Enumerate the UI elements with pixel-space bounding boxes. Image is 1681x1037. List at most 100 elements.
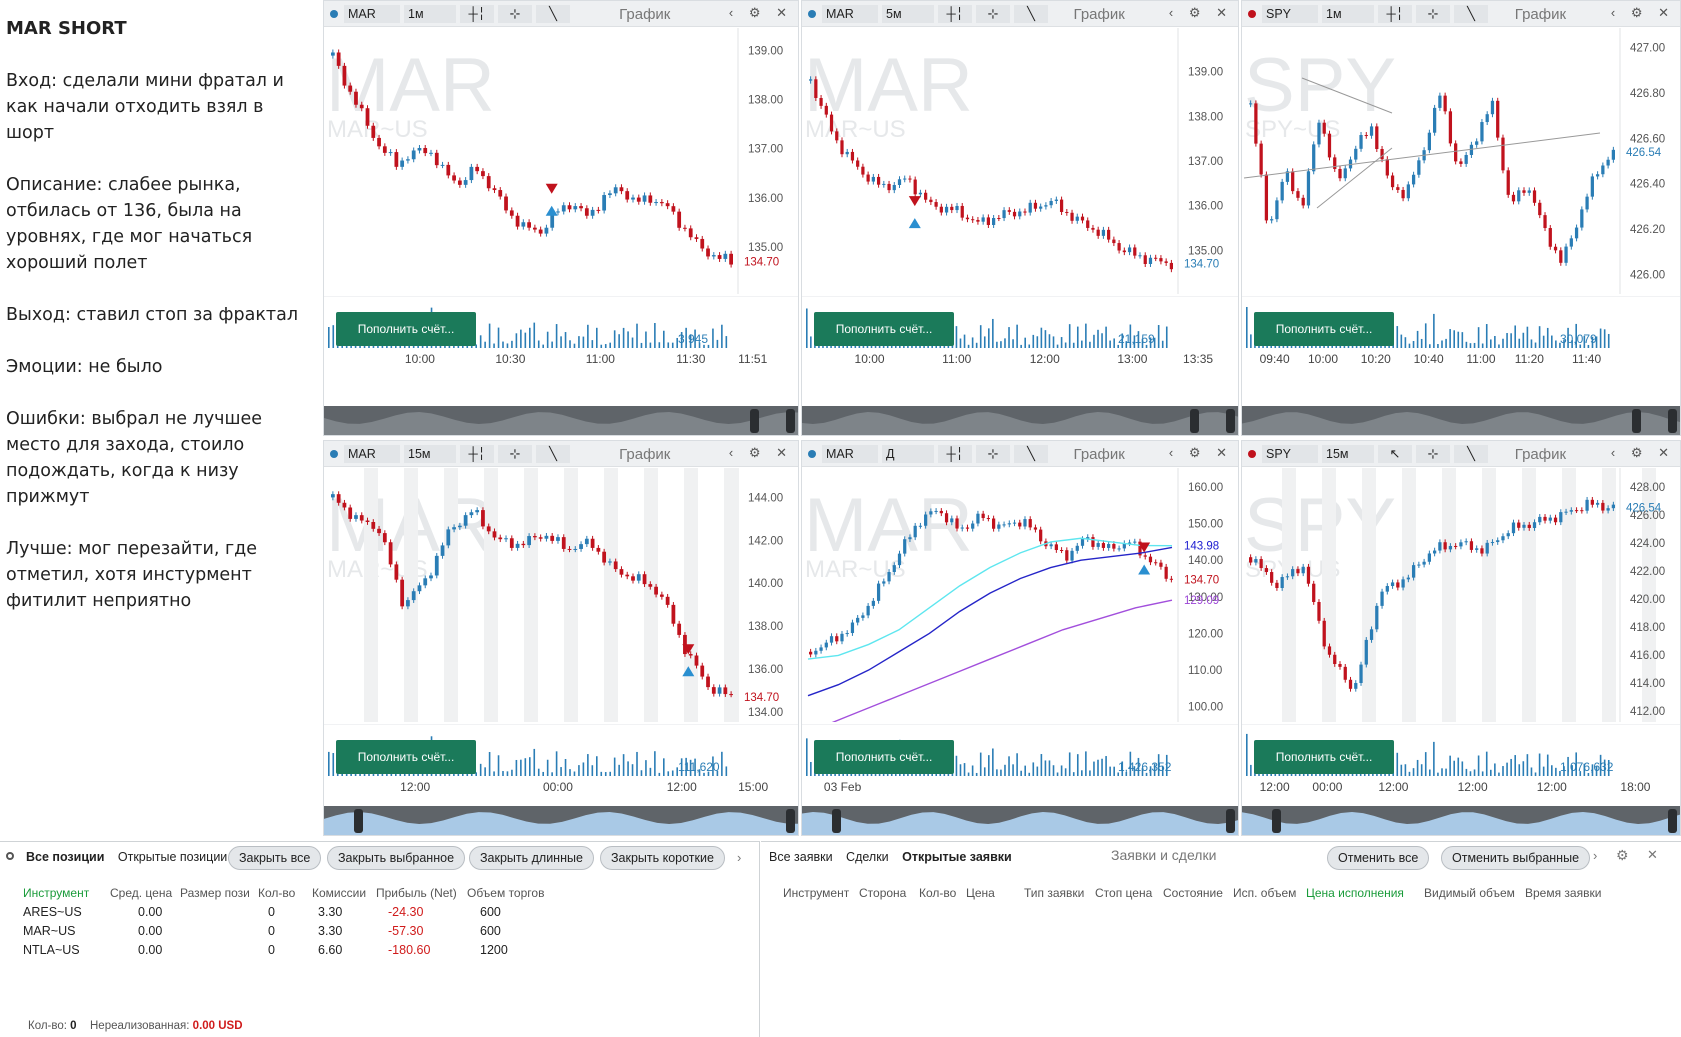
close-icon[interactable]: ✕ [1647, 847, 1658, 863]
col-position-size[interactable]: Размер пози [180, 886, 250, 900]
timeframe-selector[interactable]: 15м [404, 445, 456, 463]
deposit-button[interactable]: Пополнить счёт... [336, 312, 476, 346]
symbol-selector[interactable]: MAR [822, 445, 878, 463]
timeframe-selector[interactable]: 15м [1322, 445, 1374, 463]
col-qty[interactable]: Кол-во [258, 886, 295, 900]
col-avg-price[interactable]: Сред. цена [110, 886, 172, 900]
link-dot-icon[interactable] [808, 450, 816, 458]
navigator-handle-right[interactable] [1226, 809, 1235, 833]
navigator-handle-right[interactable] [786, 809, 795, 833]
price-plot[interactable]: MARMAR~US144.00142.00140.00138.00136.001… [324, 468, 798, 722]
col-commission[interactable]: Комиссии [312, 886, 366, 900]
deposit-button[interactable]: Пополнить счёт... [1254, 312, 1394, 346]
bar-chart-icon[interactable]: ┼╎ [460, 445, 494, 463]
col-fill-price[interactable]: Цена исполнения [1306, 886, 1404, 900]
price-plot[interactable]: MAR MAR~US 160.00 150.00 140.00 130.00 120.00 1… [802, 468, 1238, 722]
panel-controls[interactable]: ‹ ⚙ ✕ [729, 5, 793, 21]
navigator-handle-right[interactable] [1668, 809, 1677, 833]
col-profit[interactable]: Прибыль (Net) [376, 886, 457, 900]
panel-controls[interactable]: ‹ ⚙ ✕ [729, 445, 793, 461]
navigator-handle-left[interactable] [832, 809, 841, 833]
time-navigator[interactable] [1242, 406, 1680, 435]
navigator-handle-left[interactable] [750, 409, 759, 433]
link-dot-icon[interactable] [330, 10, 338, 18]
tab-trades[interactable]: Сделки [846, 850, 889, 864]
panel-controls[interactable]: ‹ ⚙ ✕ [1611, 5, 1675, 21]
col-status[interactable]: Состояние [1163, 886, 1223, 900]
crosshair-tools-icon[interactable]: ⊹ [1416, 445, 1450, 463]
timeframe-selector[interactable]: 1м [404, 5, 456, 23]
tab-all-orders[interactable]: Все заявки [769, 850, 833, 864]
panel-controls[interactable]: ‹ ⚙ ✕ [1611, 445, 1675, 461]
chevron-right-icon[interactable]: › [737, 850, 741, 865]
link-dot-icon[interactable] [1248, 450, 1256, 458]
navigator-handle-left[interactable] [354, 809, 363, 833]
navigator-handle-left[interactable] [1190, 409, 1199, 433]
price-plot[interactable]: MAR MAR~US 139.00 138.00 137.00 136.00 135.00 1… [324, 28, 798, 294]
link-dot-icon[interactable] [1248, 10, 1256, 18]
bar-chart-icon[interactable]: ┼╎ [460, 5, 494, 23]
col-instrument[interactable]: Инструмент [783, 886, 849, 900]
tab-all-positions[interactable]: Все позиции [26, 850, 104, 864]
table-row[interactable]: MAR~US 0.00 0 3.30 -57.30 600 [0, 924, 560, 942]
timeframe-selector[interactable]: Д [882, 445, 934, 463]
close-selected-button[interactable]: Закрыть выбранное [327, 846, 466, 870]
crosshair-tools-icon[interactable]: ⊹ [498, 445, 532, 463]
tab-open-orders[interactable]: Открытые заявки [902, 850, 1012, 864]
col-stop-price[interactable]: Стоп цена [1095, 886, 1152, 900]
panel-controls[interactable]: ‹ ⚙ ✕ [1169, 445, 1233, 461]
symbol-selector[interactable]: SPY [1262, 5, 1318, 23]
gear-icon[interactable]: ⚙ [1616, 847, 1629, 864]
draw-line-icon[interactable]: ╲ [1454, 5, 1488, 23]
close-all-button[interactable]: Закрыть все [228, 846, 322, 870]
link-dot-icon[interactable] [330, 450, 338, 458]
col-side[interactable]: Сторона [859, 886, 906, 900]
draw-line-icon[interactable]: ╲ [536, 445, 570, 463]
navigator-handle-left[interactable] [1272, 809, 1281, 833]
chart-panel-mar-2[interactable]: MAR 5м ┼╎ ⊹ ╲ График ‹ ⚙ ✕ MAR MAR~US 139.00 138.0… [801, 0, 1239, 436]
navigator-handle-right[interactable] [786, 409, 795, 433]
timeframe-selector[interactable]: 5м [882, 5, 934, 23]
panel-link-icon[interactable] [6, 852, 14, 860]
chart-panel-mar-5[interactable]: MAR Д ┼╎ ⊹ ╲ График ‹ ⚙ ✕ MAR MAR~US 160.00 150.00… [801, 440, 1239, 836]
col-filled-volume[interactable]: Исп. объем [1233, 886, 1296, 900]
col-volume[interactable]: Объем торгов [467, 886, 544, 900]
cancel-selected-button[interactable]: Отменить выбранные [1441, 846, 1591, 870]
chevron-right-icon[interactable]: › [1593, 848, 1597, 863]
draw-line-icon[interactable]: ╲ [536, 5, 570, 23]
col-instrument[interactable]: Инструмент [23, 886, 89, 900]
draw-line-icon[interactable]: ╲ [1014, 445, 1048, 463]
time-navigator[interactable] [324, 406, 798, 435]
col-qty[interactable]: Кол-во [919, 886, 956, 900]
navigator-handle-right[interactable] [1668, 409, 1677, 433]
time-navigator[interactable] [1242, 806, 1680, 835]
link-dot-icon[interactable] [808, 10, 816, 18]
draw-line-icon[interactable]: ╲ [1014, 5, 1048, 23]
crosshair-tools-icon[interactable]: ⊹ [498, 5, 532, 23]
deposit-button[interactable]: Пополнить счёт... [814, 740, 954, 774]
time-navigator[interactable] [802, 806, 1238, 835]
crosshair-tools-icon[interactable]: ⊹ [1416, 5, 1450, 23]
navigator-handle-right[interactable] [1226, 409, 1235, 433]
bar-chart-icon[interactable]: ┼╎ [938, 5, 972, 23]
panel-controls[interactable]: ‹ ⚙ ✕ [1169, 5, 1233, 21]
close-short-button[interactable]: Закрыть короткие [600, 846, 725, 870]
table-row[interactable]: ARES~US 0.00 0 3.30 -24.30 600 [0, 905, 560, 923]
deposit-button[interactable]: Пополнить счёт... [814, 312, 954, 346]
tab-open-positions[interactable]: Открытые позиции [118, 850, 227, 864]
price-plot[interactable]: SPY SPY~US 427.00 426.80 426.60 426.40 426.20 4… [1242, 28, 1680, 294]
deposit-button[interactable]: Пополнить счёт... [1254, 740, 1394, 774]
time-navigator[interactable] [802, 406, 1238, 435]
timeframe-selector[interactable]: 1м [1322, 5, 1374, 23]
price-plot[interactable]: SPYSPY~US428.00426.00424.00422.00420.004… [1242, 468, 1680, 722]
crosshair-tools-icon[interactable]: ⊹ [976, 5, 1010, 23]
bar-chart-icon[interactable]: ┼╎ [938, 445, 972, 463]
close-long-button[interactable]: Закрыть длинные [469, 846, 594, 870]
time-navigator[interactable] [324, 806, 798, 835]
navigator-handle-left[interactable] [1632, 409, 1641, 433]
col-visible-volume[interactable]: Видимый объем [1424, 886, 1515, 900]
chart-panel-mar-1[interactable]: MAR 1м ┼╎ ⊹ ╲ График ‹ ⚙ ✕ MAR MAR~US 139.00 138.0… [323, 0, 799, 436]
chart-panel-mar-4[interactable]: MAR15м┼╎⊹╲График‹ ⚙ ✕MARMAR~US144.00142.… [323, 440, 799, 836]
draw-line-icon[interactable]: ╲ [1454, 445, 1488, 463]
price-plot[interactable]: MAR MAR~US 139.00 138.00 137.00 136.00 135.00 1… [802, 28, 1238, 294]
